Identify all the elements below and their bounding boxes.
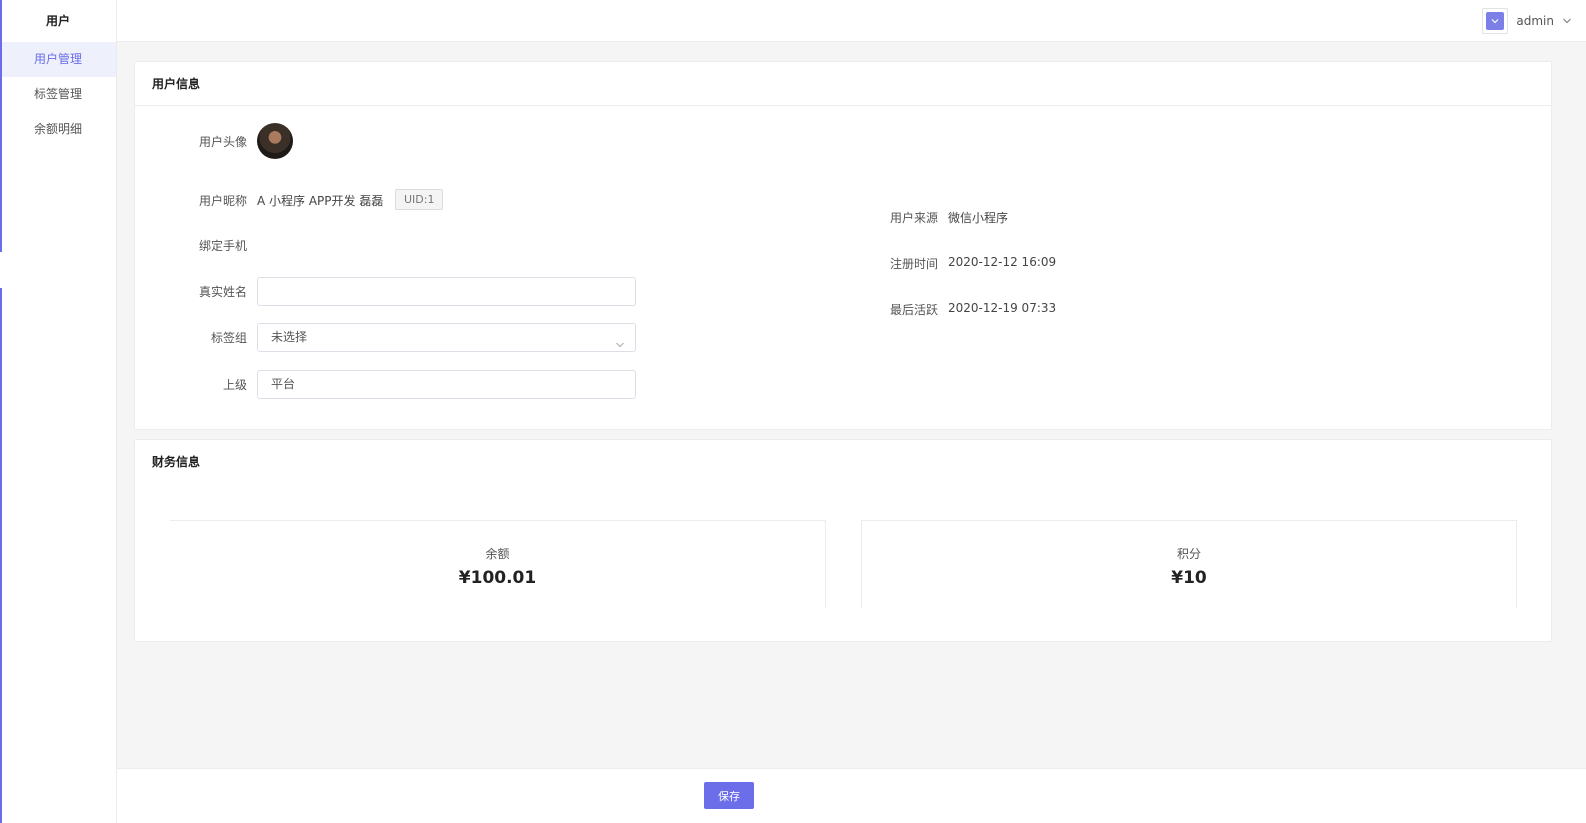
points-label: 积分: [1176, 547, 1201, 561]
register-time-label: 注册时间: [889, 257, 938, 271]
chevron-down-icon: [615, 333, 625, 360]
user-avatar[interactable]: [1482, 8, 1509, 34]
top-bar: admin: [117, 0, 1586, 42]
user-avatar-photo: [257, 123, 293, 159]
chevron-down-icon: [1491, 19, 1499, 24]
tag-group-select[interactable]: 未选择: [257, 323, 636, 352]
sidebar-accent-bar: [0, 0, 2, 252]
user-menu[interactable]: admin: [1482, 8, 1572, 34]
tag-group-label: 标签组: [210, 331, 247, 345]
chevron-down-icon[interactable]: [1562, 16, 1572, 26]
balance-value: ¥100.01: [458, 568, 537, 588]
realname-label: 真实姓名: [198, 285, 247, 299]
source-label: 用户来源: [889, 211, 938, 225]
uid-badge: UID:1: [395, 189, 444, 210]
user-avatar-image: [1486, 12, 1505, 30]
tag-group-selected-value: 未选择: [271, 330, 308, 344]
avatar-label: 用户头像: [198, 135, 247, 149]
footer-bar: 保存: [117, 768, 1586, 823]
sidebar: 用户 用户管理 标签管理 余额明细: [0, 0, 117, 823]
points-stat: 积分 ¥10: [861, 520, 1517, 608]
phone-label: 绑定手机: [198, 239, 247, 253]
superior-value: 平台: [271, 377, 296, 391]
balance-stat: 余额 ¥100.01: [170, 520, 826, 608]
sidebar-title: 用户: [45, 14, 70, 28]
user-info-title: 用户信息: [135, 62, 1551, 106]
superior-label: 上级: [222, 378, 247, 392]
points-value: ¥10: [1171, 568, 1207, 588]
sidebar-accent-bar: [0, 288, 2, 823]
finance-info-title: 财务信息: [152, 455, 201, 469]
balance-label: 余额: [485, 547, 510, 561]
last-active-label: 最后活跃: [889, 303, 938, 317]
nickname-value: A 小程序 APP开发 磊磊: [257, 194, 384, 208]
realname-input-wrapper: [257, 277, 636, 306]
last-active-value: 2020-12-19 07:33: [948, 301, 1057, 315]
sidebar-item-balance-details[interactable]: 余额明细: [0, 112, 116, 147]
source-value: 微信小程序: [948, 211, 1009, 225]
nickname-label: 用户昵称: [198, 194, 247, 208]
register-time-value: 2020-12-12 16:09: [948, 255, 1057, 269]
superior-input[interactable]: 平台: [257, 370, 636, 399]
realname-input[interactable]: [271, 278, 635, 305]
save-button[interactable]: 保存: [704, 782, 754, 809]
username-label[interactable]: admin: [1516, 14, 1554, 28]
sidebar-item-user-management[interactable]: 用户管理: [0, 42, 116, 77]
sidebar-item-tag-management[interactable]: 标签管理: [0, 77, 116, 112]
